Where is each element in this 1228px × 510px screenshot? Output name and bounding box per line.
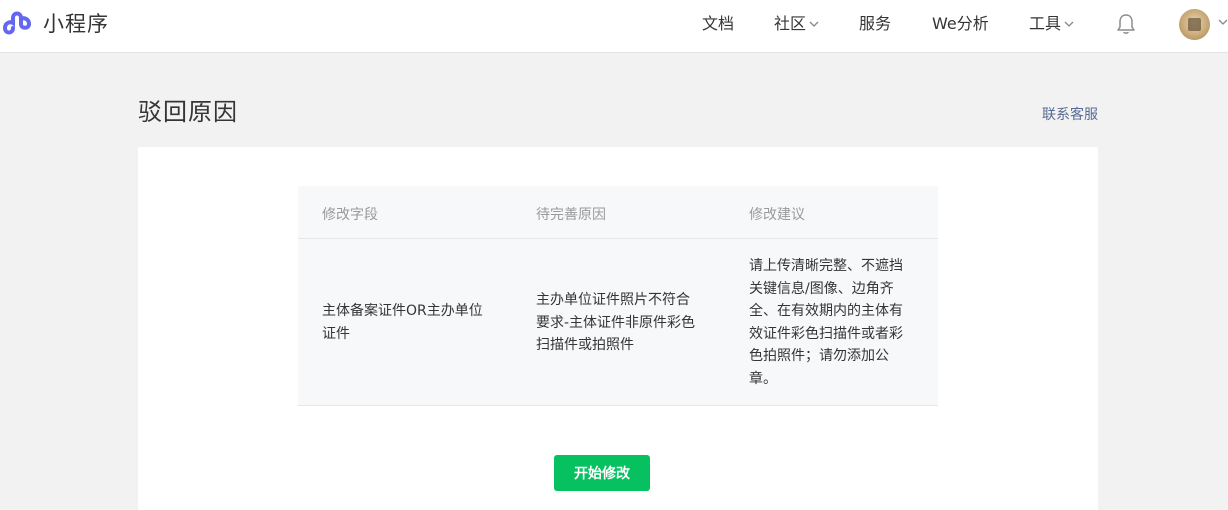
nav-services-label: 服务 [859, 14, 892, 33]
table-row: 主体备案证件OR主办单位 证件 主办单位证件照片不符合 要求-主体证件非原件彩色… [298, 239, 938, 406]
brand-logo[interactable]: 小程序 [3, 8, 109, 38]
cell-reason-line: 扫描件或拍照件 [536, 337, 634, 353]
notification-bell-icon[interactable] [1116, 13, 1136, 35]
cell-suggestion-line: 请上传清晰完整、不遮挡 [749, 258, 903, 274]
nav-docs[interactable]: 文档 [702, 13, 734, 35]
cell-suggestion-line: 关键信息/图像、边角齐 [749, 280, 894, 297]
rejection-table: 修改字段 待完善原因 修改建议 主体备案证件OR主办单位 证件 主办单位证件照片… [298, 186, 938, 406]
cell-suggestion-line: 全、在有效期内的主体有 [749, 303, 903, 319]
nav-services[interactable]: 服务 [859, 13, 891, 35]
nav-we-analytics[interactable]: We分析 [932, 13, 989, 35]
column-header-field: 修改字段 [322, 207, 378, 223]
cell-suggestion-line: 章。 [749, 370, 777, 387]
table-header: 修改字段 待完善原因 修改建议 [298, 186, 938, 239]
column-header-reason: 待完善原因 [536, 207, 606, 223]
nav-community[interactable]: 社区 [774, 13, 819, 35]
nav-we-analytics-label: We分析 [932, 14, 989, 33]
cell-suggestion-line: 色拍照件；请勿添加公 [749, 348, 889, 364]
chevron-down-icon [1064, 21, 1074, 27]
page-title: 驳回原因 [138, 98, 238, 126]
cell-reason-line: 要求-主体证件非原件彩色 [536, 314, 696, 331]
nav-tools-label: 工具 [1029, 14, 1062, 33]
cell-field-line: 证件 [322, 325, 350, 342]
nav-docs-label: 文档 [702, 14, 735, 33]
nav-community-label: 社区 [774, 14, 807, 33]
contact-support-link[interactable]: 联系客服 [1042, 104, 1098, 124]
cell-suggestion: 请上传清晰完整、不遮挡 关键信息/图像、边角齐 全、在有效期内的主体有 效证件彩… [749, 255, 903, 390]
start-edit-button[interactable]: 开始修改 [554, 455, 650, 491]
cell-field: 主体备案证件OR主办单位 证件 [322, 300, 483, 345]
top-header: 小程序 文档 社区 服务 We分析 工具 [0, 0, 1228, 53]
chevron-down-icon[interactable] [1218, 19, 1228, 26]
cell-field-line: 主体备案证件OR主办单位 [322, 303, 483, 319]
rejection-card: 修改字段 待完善原因 修改建议 主体备案证件OR主办单位 证件 主办单位证件照片… [138, 147, 1098, 510]
cell-reason-line: 主办单位证件照片不符合 [536, 292, 690, 308]
user-avatar[interactable] [1179, 9, 1210, 40]
brand-name: 小程序 [43, 12, 109, 36]
miniprogram-logo-icon [3, 11, 32, 35]
chevron-down-icon [809, 21, 819, 27]
nav-tools[interactable]: 工具 [1029, 13, 1074, 35]
cell-suggestion-line: 效证件彩色扫描件或者彩 [749, 325, 903, 342]
column-header-suggestion: 修改建议 [749, 207, 805, 223]
cell-reason: 主办单位证件照片不符合 要求-主体证件非原件彩色 扫描件或拍照件 [536, 289, 695, 357]
avatar-image [1188, 18, 1201, 31]
